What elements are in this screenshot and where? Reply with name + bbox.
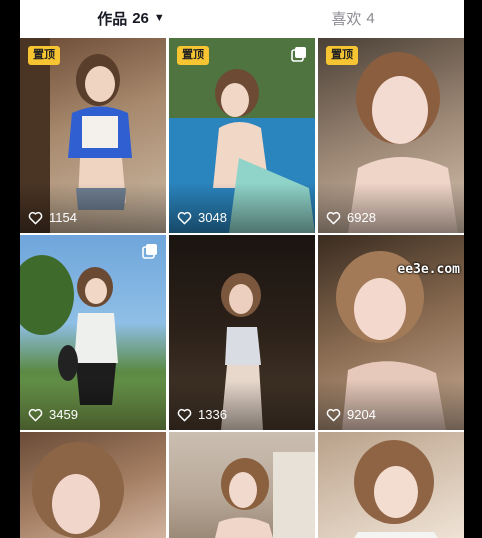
heart-outline-icon bbox=[28, 408, 43, 421]
tab-works[interactable]: 作品 26 ▼ bbox=[20, 0, 242, 36]
thumbnail-image bbox=[354, 440, 438, 538]
pinned-badge: 置顶 bbox=[177, 46, 209, 65]
thumbnail-shade bbox=[20, 183, 166, 233]
tab-works-count: 26 bbox=[132, 9, 149, 27]
pinned-badge: 置顶 bbox=[326, 46, 358, 65]
like-count-value: 3459 bbox=[49, 407, 78, 422]
thumbnail-shade bbox=[318, 183, 464, 233]
like-count-value: 6928 bbox=[347, 210, 376, 225]
thumbnail-image bbox=[32, 442, 124, 538]
like-count: 1154 bbox=[28, 210, 77, 225]
video-thumbnail[interactable]: 3459 bbox=[20, 235, 166, 430]
multi-image-icon bbox=[291, 47, 306, 62]
like-count: 9204 bbox=[326, 407, 376, 422]
caret-down-icon[interactable]: ▼ bbox=[154, 12, 165, 24]
heart-outline-icon bbox=[326, 408, 341, 421]
video-thumbnail[interactable] bbox=[169, 432, 315, 538]
tab-likes-label: 喜欢 bbox=[331, 10, 362, 28]
video-thumbnail[interactable]: 1336 bbox=[169, 235, 315, 430]
profile-works-panel: 作品 26 ▼ 喜欢 4 置顶 1154 置顶 3048 置顶 6928 345… bbox=[20, 0, 464, 538]
heart-outline-icon bbox=[28, 211, 43, 224]
tab-likes[interactable]: 喜欢 4 bbox=[242, 0, 464, 36]
like-count: 6928 bbox=[326, 210, 376, 225]
like-count-value: 1154 bbox=[49, 210, 77, 225]
thumbnail-shade bbox=[169, 183, 315, 233]
video-thumbnail[interactable]: 置顶 1154 bbox=[20, 38, 166, 233]
tab-likes-count: 4 bbox=[366, 9, 375, 27]
video-thumbnail[interactable]: 置顶 3048 bbox=[169, 38, 315, 233]
like-count-value: 1336 bbox=[198, 407, 227, 422]
like-count: 1336 bbox=[177, 407, 227, 422]
tab-works-label: 作品 bbox=[97, 10, 128, 28]
video-thumbnail[interactable] bbox=[318, 432, 464, 538]
thumbnail-shade bbox=[20, 380, 166, 430]
video-grid: 置顶 1154 置顶 3048 置顶 6928 3459 1336 9204 bbox=[20, 36, 464, 538]
thumbnail-shade bbox=[318, 380, 464, 430]
video-thumbnail[interactable] bbox=[20, 432, 166, 538]
site-watermark: ee3e.com bbox=[397, 262, 460, 277]
profile-tabs: 作品 26 ▼ 喜欢 4 bbox=[20, 0, 464, 36]
thumbnail-image bbox=[215, 452, 315, 538]
video-thumbnail[interactable]: 置顶 6928 bbox=[318, 38, 464, 233]
heart-outline-icon bbox=[177, 408, 192, 421]
like-count-value: 3048 bbox=[198, 210, 227, 225]
multi-image-icon bbox=[142, 244, 157, 259]
heart-outline-icon bbox=[177, 211, 192, 224]
thumbnail-shade bbox=[169, 380, 315, 430]
heart-outline-icon bbox=[326, 211, 341, 224]
like-count: 3459 bbox=[28, 407, 78, 422]
like-count-value: 9204 bbox=[347, 407, 376, 422]
like-count: 3048 bbox=[177, 210, 227, 225]
pinned-badge: 置顶 bbox=[28, 46, 60, 65]
